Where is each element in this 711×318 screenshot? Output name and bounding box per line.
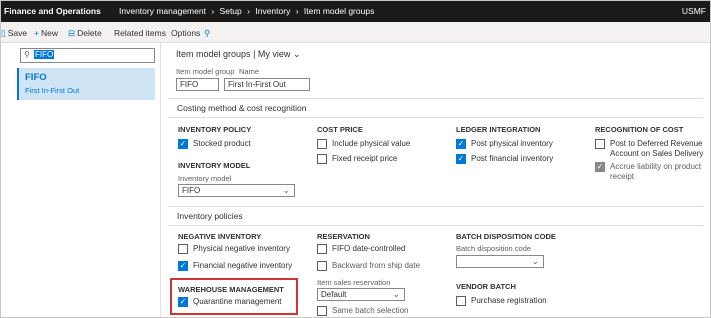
item-model-group-field[interactable]: FIFO xyxy=(176,78,219,91)
fifo-date-controlled-checkbox[interactable]: FIFO date-controlled xyxy=(317,244,405,254)
action-pane: ▯ Save + New ⊟ Delete Related items Options… xyxy=(1,22,710,43)
post-financial-inventory-label: Post financial inventory xyxy=(471,154,554,163)
physical-negative-inventory-label: Physical negative inventory xyxy=(193,244,290,253)
view-separator: | xyxy=(253,49,256,59)
batch-disposition-heading: BATCH DISPOSITION CODE xyxy=(456,232,556,241)
chevron-down-icon[interactable]: ⌄ xyxy=(290,49,301,59)
reservation-heading: RESERVATION xyxy=(317,232,370,241)
post-physical-inventory-checkbox[interactable]: ✓ Post physical inventory xyxy=(456,139,553,149)
negative-inventory-heading: NEGATIVE INVENTORY xyxy=(178,232,262,241)
new-label: New xyxy=(40,28,58,38)
options-button[interactable]: Options xyxy=(171,28,200,38)
list-item[interactable]: FIFO First In-First Out xyxy=(17,68,155,100)
financial-negative-inventory-label: Financial negative inventory xyxy=(193,261,293,270)
delete-button[interactable]: ⊟ Delete xyxy=(68,28,102,39)
search-icon[interactable]: ⚲ xyxy=(204,28,210,39)
view-selector[interactable]: My view xyxy=(258,49,291,59)
page-title: Item model groups xyxy=(176,49,251,59)
item-sales-reservation-select[interactable]: Default ⌄ xyxy=(317,288,405,301)
accrue-liability-label: Accrue liability on product receipt xyxy=(610,162,702,181)
inventory-model-value: FIFO xyxy=(182,186,201,195)
new-button[interactable]: + New xyxy=(34,28,58,38)
highlight-box xyxy=(170,278,298,315)
save-label: Save xyxy=(7,28,28,38)
inventory-policy-heading: INVENTORY POLICY xyxy=(178,125,252,134)
filter-value: FIFO xyxy=(34,50,55,59)
financial-negative-inventory-checkbox[interactable]: ✓ Financial negative inventory xyxy=(178,261,292,271)
same-batch-selection-label: Same batch selection xyxy=(332,306,409,315)
chevron-down-icon: ⌄ xyxy=(282,185,290,195)
checkmark-icon: ✓ xyxy=(595,162,605,172)
fasttab-costing[interactable]: Costing method & cost recognition xyxy=(168,98,703,118)
item-sales-reservation-label: Item sales reservation xyxy=(317,278,391,287)
top-navigation-bar: Finance and Operations Inventory managem… xyxy=(1,1,710,22)
breadcrumb-item[interactable]: Item model groups xyxy=(304,6,374,16)
include-physical-value-label: Include physical value xyxy=(332,139,411,148)
stocked-product-checkbox[interactable]: ✓ Stocked product xyxy=(178,139,251,149)
item-model-group-label: Item model group xyxy=(176,67,235,76)
app: { "app_title": "Finance and Operations",… xyxy=(0,0,711,318)
filter-input[interactable]: ⚲ FIFO xyxy=(20,48,155,63)
inventory-model-label: Inventory model xyxy=(178,174,232,183)
plus-icon: + xyxy=(34,28,39,38)
purchase-registration-checkbox[interactable]: Purchase registration xyxy=(456,296,547,306)
chevron-right-icon: › xyxy=(247,6,250,16)
related-items-button[interactable]: Related items xyxy=(114,28,166,38)
trash-icon: ⊟ xyxy=(68,28,76,38)
fixed-receipt-price-label: Fixed receipt price xyxy=(332,154,398,163)
breadcrumb-item[interactable]: Setup xyxy=(220,6,242,16)
backward-from-ship-date-label: Backward from ship date xyxy=(332,261,421,270)
fifo-date-controlled-label: FIFO date-controlled xyxy=(332,244,406,253)
ledger-integration-heading: LEDGER INTEGRATION xyxy=(456,125,541,134)
batch-disposition-select[interactable]: ⌄ xyxy=(456,255,544,268)
checkmark-icon: ✓ xyxy=(178,261,188,271)
stocked-product-label: Stocked product xyxy=(193,139,251,148)
breadcrumb-item[interactable]: Inventory xyxy=(255,6,290,16)
vendor-batch-heading: VENDOR BATCH xyxy=(456,282,516,291)
cost-price-heading: COST PRICE xyxy=(317,125,363,134)
view-header: Item model groups | My view ⌄ xyxy=(176,49,300,60)
chevron-right-icon: › xyxy=(211,6,215,16)
accrue-liability-checkbox[interactable]: ✓ Accrue liability on product receipt xyxy=(595,162,707,182)
breadcrumb: Inventory management › Setup › Inventory… xyxy=(119,6,377,16)
save-icon: ▯ xyxy=(1,28,6,38)
inventory-model-select[interactable]: FIFO ⌄ xyxy=(178,184,295,197)
recognition-of-cost-heading: RECOGNITION OF COST xyxy=(595,125,684,134)
chevron-down-icon: ⌄ xyxy=(392,289,400,299)
company-selector[interactable]: USMF xyxy=(682,6,706,16)
list-item-subtitle: First In-First Out xyxy=(25,86,80,95)
breadcrumb-item[interactable]: Inventory management xyxy=(119,6,206,16)
fasttab-inventory-policies[interactable]: Inventory policies xyxy=(168,206,703,226)
post-deferred-revenue-checkbox[interactable]: Post to Deferred Revenue Account on Sale… xyxy=(595,139,707,159)
search-icon: ⚲ xyxy=(24,50,30,59)
purchase-registration-label: Purchase registration xyxy=(471,296,547,305)
post-physical-inventory-label: Post physical inventory xyxy=(471,139,553,148)
inventory-model-heading: INVENTORY MODEL xyxy=(178,161,251,170)
fixed-receipt-price-checkbox[interactable]: Fixed receipt price xyxy=(317,154,397,164)
backward-from-ship-date-checkbox[interactable]: Backward from ship date xyxy=(317,261,420,271)
name-label: Name xyxy=(239,67,260,76)
item-sales-reservation-value: Default xyxy=(321,290,347,299)
delete-label: Delete xyxy=(77,28,102,38)
checkmark-icon: ✓ xyxy=(178,139,188,149)
checkmark-icon: ✓ xyxy=(456,154,466,164)
chevron-right-icon: › xyxy=(295,6,299,16)
include-physical-value-checkbox[interactable]: Include physical value xyxy=(317,139,410,149)
same-batch-selection-checkbox[interactable]: Same batch selection xyxy=(317,306,409,316)
batch-disposition-label: Batch disposition code xyxy=(456,244,532,253)
chevron-down-icon: ⌄ xyxy=(531,256,539,266)
save-button[interactable]: ▯ Save xyxy=(1,28,27,39)
list-item-title: FIFO xyxy=(25,72,47,83)
post-financial-inventory-checkbox[interactable]: ✓ Post financial inventory xyxy=(456,154,553,164)
name-field[interactable]: First In-First Out xyxy=(224,78,310,91)
checkmark-icon: ✓ xyxy=(456,139,466,149)
app-title[interactable]: Finance and Operations xyxy=(4,6,101,16)
post-deferred-revenue-label: Post to Deferred Revenue Account on Sale… xyxy=(610,139,704,158)
physical-negative-inventory-checkbox[interactable]: Physical negative inventory xyxy=(178,244,290,254)
